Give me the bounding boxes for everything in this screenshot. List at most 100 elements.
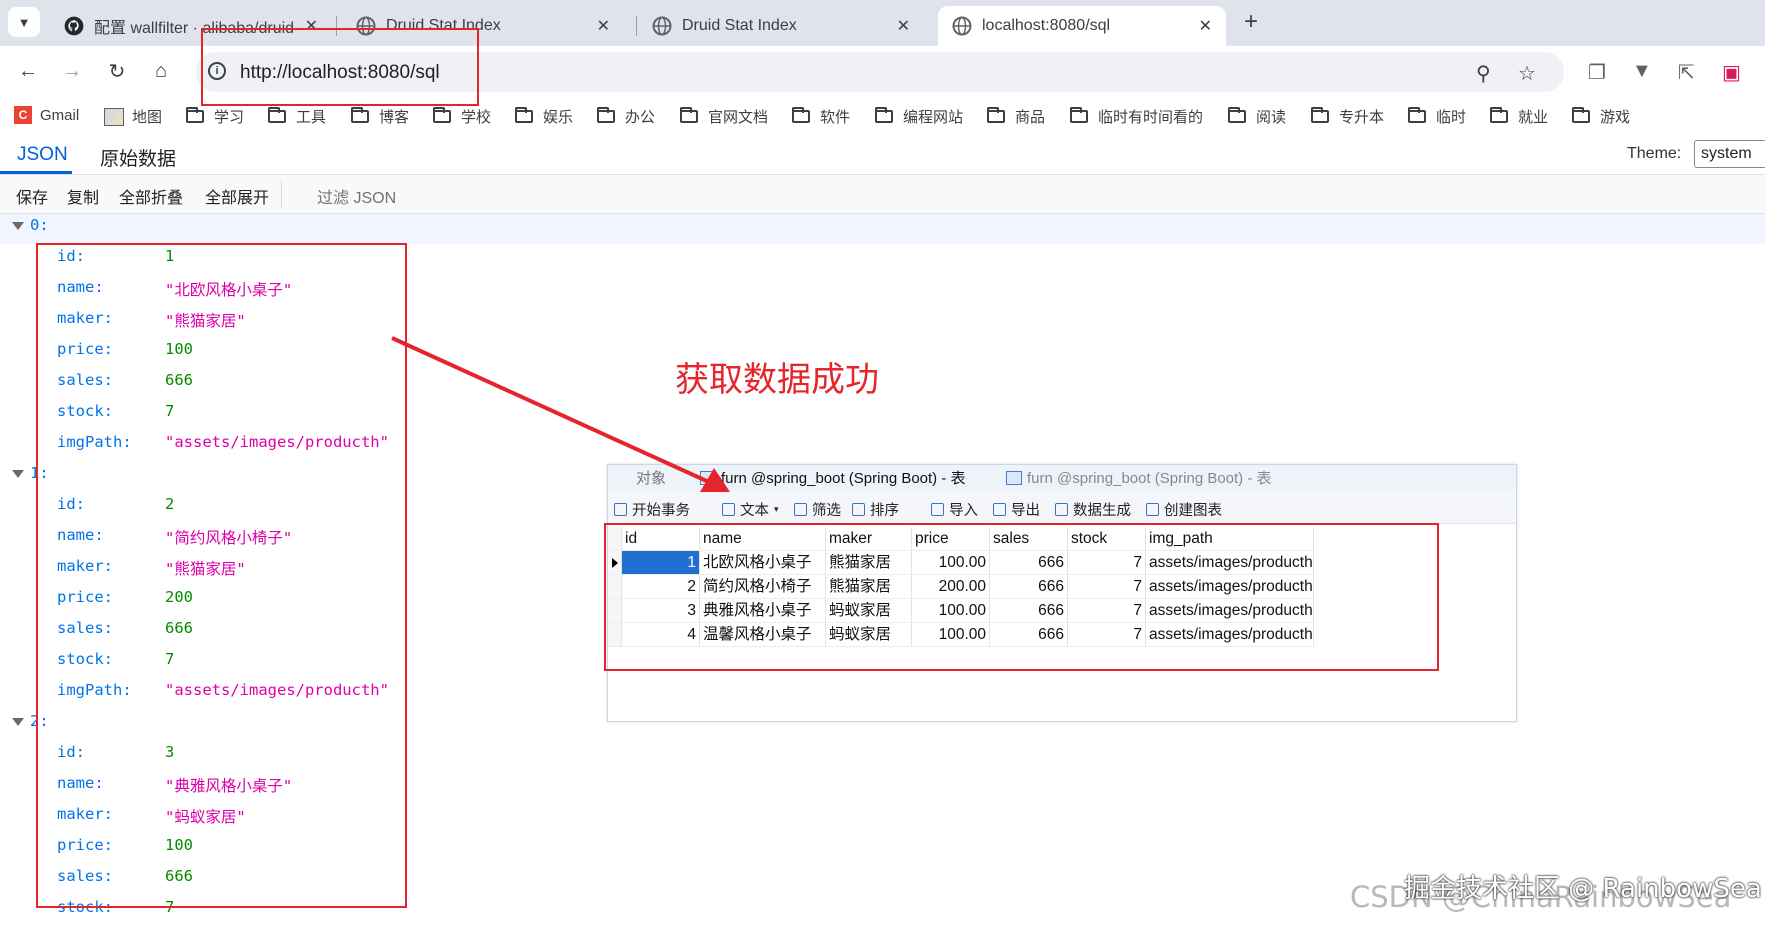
globe-icon xyxy=(952,16,972,36)
tab-json[interactable]: JSON xyxy=(17,144,68,166)
json-highlight-box xyxy=(36,243,407,908)
bookmark-folder[interactable]: 学校 xyxy=(433,106,491,127)
text-button[interactable]: 文本 ▾ xyxy=(722,499,779,520)
tab-title: Druid Stat Index xyxy=(682,17,797,34)
bookmark-folder[interactable]: 临时有时间看的 xyxy=(1070,106,1203,127)
create-chart-button[interactable]: 创建图表 xyxy=(1146,499,1222,520)
export-button[interactable]: 导出 xyxy=(993,499,1040,520)
close-icon[interactable]: ✕ xyxy=(1199,16,1212,36)
import-button[interactable]: 导入 xyxy=(931,499,978,520)
folder-icon xyxy=(433,107,451,123)
tool-label: 筛选 xyxy=(812,503,841,519)
url-highlight-box xyxy=(201,28,479,106)
folder-icon xyxy=(597,107,615,123)
tool-label: 开始事务 xyxy=(632,503,690,519)
bookmark-folder[interactable]: 临时 xyxy=(1408,106,1466,127)
bookmark-star-icon[interactable]: ☆ xyxy=(1518,61,1536,86)
bookmark-label: 商品 xyxy=(1015,109,1046,126)
bookmark-folder[interactable]: 游戏 xyxy=(1572,106,1630,127)
watermark-overlay: 掘金技术社区 @ RainbowSea xyxy=(1404,874,1762,904)
folder-icon xyxy=(351,107,369,123)
collapse-all-button[interactable]: 全部折叠 xyxy=(119,184,183,208)
navicat-tab-bar: 对象 furn @spring_boot (Spring Boot) - 表 f… xyxy=(608,465,1516,492)
active-tab-indicator xyxy=(0,171,72,174)
forward-arrow-icon[interactable]: → xyxy=(57,56,87,86)
folder-icon xyxy=(1070,107,1088,123)
navicat-tab-active[interactable]: furn @spring_boot (Spring Boot) - 表 xyxy=(700,467,966,488)
data-generate-button[interactable]: 数据生成 xyxy=(1055,499,1131,520)
navicat-tab-label: furn @spring_boot (Spring Boot) - 表 xyxy=(721,470,966,487)
json-viewer-tabs: JSON 原始数据 Theme: system xyxy=(0,134,1765,175)
sort-button[interactable]: 排序 xyxy=(852,499,899,520)
open-external-icon[interactable]: ⇱ xyxy=(1678,60,1695,85)
navicat-tab-inactive[interactable]: furn @spring_boot (Spring Boot) - 表 xyxy=(1006,467,1272,488)
bookmark-map[interactable]: 地图 xyxy=(104,106,162,127)
bookmark-label: 编程网站 xyxy=(903,109,964,126)
folder-icon xyxy=(680,107,698,123)
bookmark-label: 官网文档 xyxy=(708,109,769,126)
copy-button[interactable]: 复制 xyxy=(67,184,99,208)
vue-extension-icon[interactable]: ▼ xyxy=(1632,60,1652,83)
bookmark-label: 办公 xyxy=(625,109,656,126)
bookmark-label: 临时 xyxy=(1436,109,1467,126)
json-viewer-toolbar: 保存 复制 全部折叠 全部展开 过滤 JSON xyxy=(0,175,1765,214)
folder-icon xyxy=(1408,107,1426,123)
close-icon[interactable]: ✕ xyxy=(897,16,910,36)
close-icon[interactable]: ✕ xyxy=(597,16,610,36)
begin-transaction-button[interactable]: 开始事务 xyxy=(614,499,690,520)
bookmark-folder[interactable]: 学习 xyxy=(186,106,244,127)
bookmark-folder[interactable]: 商品 xyxy=(987,106,1045,127)
import-icon xyxy=(931,503,944,516)
reload-icon[interactable]: ↻ xyxy=(102,56,132,86)
data-generate-icon xyxy=(1055,503,1068,516)
navicat-toolbar: 开始事务 文本 ▾ 筛选 排序 导入 导出 数据生成 创建图表 xyxy=(608,491,1516,524)
bookmark-folder[interactable]: 编程网站 xyxy=(875,106,963,127)
transaction-icon xyxy=(614,503,627,516)
bookmark-folder[interactable]: 办公 xyxy=(597,106,655,127)
bookmark-label: 地图 xyxy=(132,109,163,126)
new-tab-plus-icon[interactable]: + xyxy=(1244,8,1258,36)
bookmark-folder[interactable]: 官网文档 xyxy=(680,106,768,127)
text-icon xyxy=(722,503,735,516)
tab-divider xyxy=(636,16,637,36)
bookmark-label: 娱乐 xyxy=(543,109,574,126)
translate-extension-icon[interactable]: ▣ xyxy=(1722,60,1741,85)
zoom-icon[interactable]: ⚲ xyxy=(1476,61,1491,86)
save-button[interactable]: 保存 xyxy=(16,184,48,208)
navicat-tab-objects[interactable]: 对象 xyxy=(636,467,666,488)
bookmark-folder[interactable]: 阅读 xyxy=(1228,106,1286,127)
bookmark-folder[interactable]: 工具 xyxy=(268,106,326,127)
bookmark-label: 就业 xyxy=(1518,109,1549,126)
bookmark-folder[interactable]: 博客 xyxy=(351,106,409,127)
folder-icon xyxy=(875,107,893,123)
tab-search-button[interactable]: ▼ xyxy=(8,7,40,37)
bookmark-gmail[interactable]: C Gmail xyxy=(14,106,79,124)
annotation-success-text: 获取数据成功 xyxy=(675,360,879,400)
expand-all-button[interactable]: 全部展开 xyxy=(205,184,269,208)
export-icon xyxy=(993,503,1006,516)
bookmark-folder[interactable]: 专升本 xyxy=(1311,106,1384,127)
expand-triangle-icon xyxy=(12,717,24,726)
bookmark-folder[interactable]: 娱乐 xyxy=(515,106,573,127)
tool-label: 导入 xyxy=(949,503,978,519)
map-icon xyxy=(104,107,124,126)
array-index: 0: xyxy=(30,216,49,234)
bookmark-label: Gmail xyxy=(40,106,80,124)
tool-label: 排序 xyxy=(870,503,899,519)
browser-tab-3[interactable]: Druid Stat Index ✕ xyxy=(638,6,924,46)
back-arrow-icon[interactable]: ← xyxy=(13,56,43,86)
row-highlight xyxy=(0,214,1765,244)
dropdown-caret-icon: ▾ xyxy=(774,504,779,514)
filter-json-input[interactable]: 过滤 JSON xyxy=(317,184,396,208)
home-icon[interactable]: ⌂ xyxy=(146,56,176,86)
bookmark-folder[interactable]: 就业 xyxy=(1490,106,1548,127)
browser-tab-active[interactable]: localhost:8080/sql ✕ xyxy=(938,6,1226,46)
bookmark-folder[interactable]: 软件 xyxy=(792,106,850,127)
tab-raw-data[interactable]: 原始数据 xyxy=(100,144,176,171)
tab-title: localhost:8080/sql xyxy=(982,17,1111,34)
collections-icon[interactable]: ❐ xyxy=(1588,60,1606,85)
theme-select[interactable]: system xyxy=(1694,140,1765,168)
tree-node-toggle[interactable]: 0: xyxy=(12,216,49,234)
expand-triangle-icon xyxy=(12,469,24,478)
filter-button[interactable]: 筛选 xyxy=(794,499,841,520)
